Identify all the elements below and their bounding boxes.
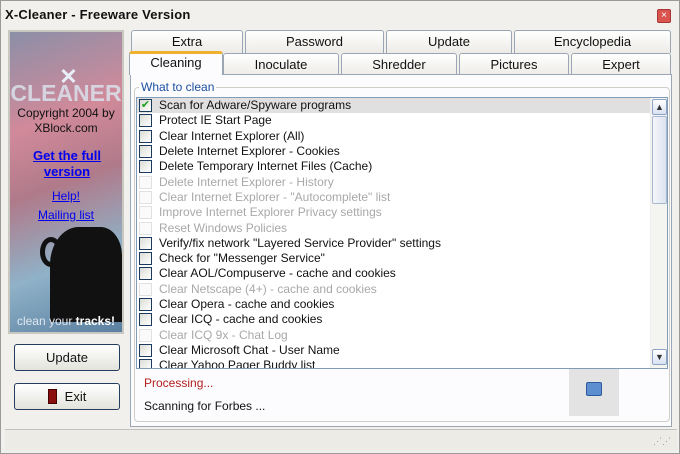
scanning-status: Scanning for Forbes ... (144, 399, 266, 413)
checkbox[interactable] (139, 175, 152, 189)
checkbox[interactable] (139, 114, 152, 128)
list-item[interactable]: Protect IE Start Page (137, 113, 667, 128)
tab-inoculate[interactable]: Inoculate (223, 53, 339, 76)
item-label: Delete Temporary Internet Files (Cache) (159, 159, 373, 174)
item-label: Clear Internet Explorer (All) (159, 128, 305, 143)
item-label: Clear Internet Explorer - "Autocomplete"… (159, 189, 391, 204)
group-label: What to clean (139, 80, 217, 94)
item-label: Reset Windows Policies (159, 220, 288, 235)
slogan-bold: tracks! (75, 314, 116, 328)
scrollbar[interactable]: ▲ ▼ (650, 98, 667, 368)
tab-password[interactable]: Password (245, 30, 384, 53)
item-label: Delete Internet Explorer - History (159, 174, 334, 189)
detective-silhouette-icon (50, 227, 122, 322)
item-label: Clear Yahoo Pager Buddy list (159, 358, 316, 369)
tab-pictures[interactable]: Pictures (459, 53, 569, 76)
item-label: Verify/fix network "Layered Service Prov… (159, 235, 441, 250)
item-label: Protect IE Start Page (159, 113, 272, 128)
site: XBlock.com (34, 121, 98, 135)
item-label: Clear Netscape (4+) - cache and cookies (159, 281, 377, 296)
tab-extra[interactable]: Extra (131, 30, 243, 53)
list-item[interactable]: Clear ICQ 9x - Chat Log (137, 327, 667, 342)
tab-cleaning[interactable]: Cleaning (129, 51, 223, 75)
resize-grip-icon[interactable]: ⋰⋰ (653, 436, 671, 447)
item-label: Clear Microsoft Chat - User Name (159, 342, 340, 357)
checkbox[interactable] (139, 206, 152, 220)
computer-scan-icon (569, 369, 619, 416)
update-button[interactable]: Update (14, 344, 120, 371)
close-button[interactable]: × (657, 9, 671, 23)
list-item[interactable]: Clear ICQ - cache and cookies (137, 312, 667, 327)
list-item[interactable]: Clear Internet Explorer - "Autocomplete"… (137, 190, 667, 205)
checkbox[interactable] (139, 145, 152, 159)
checkbox[interactable] (139, 236, 152, 250)
slogan-part: clean your (16, 314, 76, 328)
list-item[interactable]: Delete Internet Explorer - Cookies (137, 144, 667, 159)
checkbox[interactable] (139, 343, 152, 357)
checkbox[interactable] (139, 282, 152, 296)
scroll-thumb[interactable] (652, 116, 667, 204)
checkbox[interactable] (139, 313, 152, 327)
help-link[interactable]: Help! (10, 189, 122, 203)
checkbox[interactable] (139, 252, 152, 266)
list-item[interactable]: Clear Internet Explorer (All) (137, 129, 667, 144)
item-label: Improve Internet Explorer Privacy settin… (159, 205, 382, 220)
checkbox[interactable] (139, 359, 152, 368)
processing-status: Processing... (144, 376, 214, 390)
status-bar: ⋰⋰ (5, 429, 677, 451)
item-label: Delete Internet Explorer - Cookies (159, 144, 340, 159)
scroll-down-button[interactable]: ▼ (652, 349, 667, 365)
banner: ✕ CLEANER Copyright 2004 by XBlock.com G… (8, 30, 124, 334)
item-label: Clear Opera - cache and cookies (159, 297, 335, 311)
list-item[interactable]: Delete Internet Explorer - History (137, 174, 667, 189)
copyright: Copyright 2004 by (17, 106, 115, 120)
tab-shredder[interactable]: Shredder (341, 53, 457, 76)
item-label: Check for "Messenger Service" (159, 251, 325, 266)
checkbox[interactable] (139, 267, 152, 281)
checkbox[interactable] (139, 328, 152, 342)
checkbox[interactable] (139, 221, 152, 235)
list-item[interactable]: Clear Opera - cache and cookies (137, 297, 667, 312)
get-full-version-link[interactable]: Get the full version (24, 148, 110, 180)
exit-label: Exit (64, 389, 87, 404)
list-item[interactable]: Improve Internet Explorer Privacy settin… (137, 205, 667, 220)
scroll-up-button[interactable]: ▲ (652, 99, 667, 115)
door-icon (47, 389, 57, 405)
checkbox-checked[interactable]: ✔ (139, 99, 152, 113)
list-item[interactable]: Clear Yahoo Pager Buddy list (137, 358, 667, 369)
list-item[interactable]: Clear AOL/Compuserve - cache and cookies (137, 266, 667, 281)
checkbox[interactable] (139, 160, 152, 174)
item-label: Clear ICQ - cache and cookies (159, 312, 323, 327)
mailing-list-link[interactable]: Mailing list (10, 208, 122, 222)
tab-expert[interactable]: Expert (571, 53, 671, 76)
checkbox[interactable] (139, 190, 152, 204)
list-item[interactable]: Verify/fix network "Layered Service Prov… (137, 236, 667, 251)
list-item[interactable]: ✔ Scan for Adware/Spyware programs (137, 98, 667, 114)
logo-text: CLEANER (10, 80, 122, 106)
item-label: Clear ICQ 9x - Chat Log (159, 327, 288, 342)
checkbox[interactable] (139, 298, 152, 311)
window-title: X-Cleaner - Freeware Version (5, 7, 191, 22)
item-label: Scan for Adware/Spyware programs (159, 98, 352, 113)
magnifier-icon (40, 237, 62, 267)
list-item[interactable]: Delete Temporary Internet Files (Cache) (137, 159, 667, 174)
checkbox[interactable] (139, 129, 152, 143)
slogan: clean your tracks! (10, 314, 122, 328)
tab-encyclopedia[interactable]: Encyclopedia (514, 30, 671, 53)
list-item[interactable]: Clear Netscape (4+) - cache and cookies (137, 282, 667, 297)
exit-button[interactable]: Exit (14, 383, 120, 410)
list-item[interactable]: Reset Windows Policies (137, 220, 667, 235)
list-item[interactable]: Check for "Messenger Service" (137, 251, 667, 266)
item-label: Clear AOL/Compuserve - cache and cookies (159, 266, 396, 281)
clean-options-list: ✔ Scan for Adware/Spyware programs Protect… (136, 97, 668, 369)
list-item[interactable]: Clear Microsoft Chat - User Name (137, 343, 667, 358)
tab-update[interactable]: Update (386, 30, 512, 53)
